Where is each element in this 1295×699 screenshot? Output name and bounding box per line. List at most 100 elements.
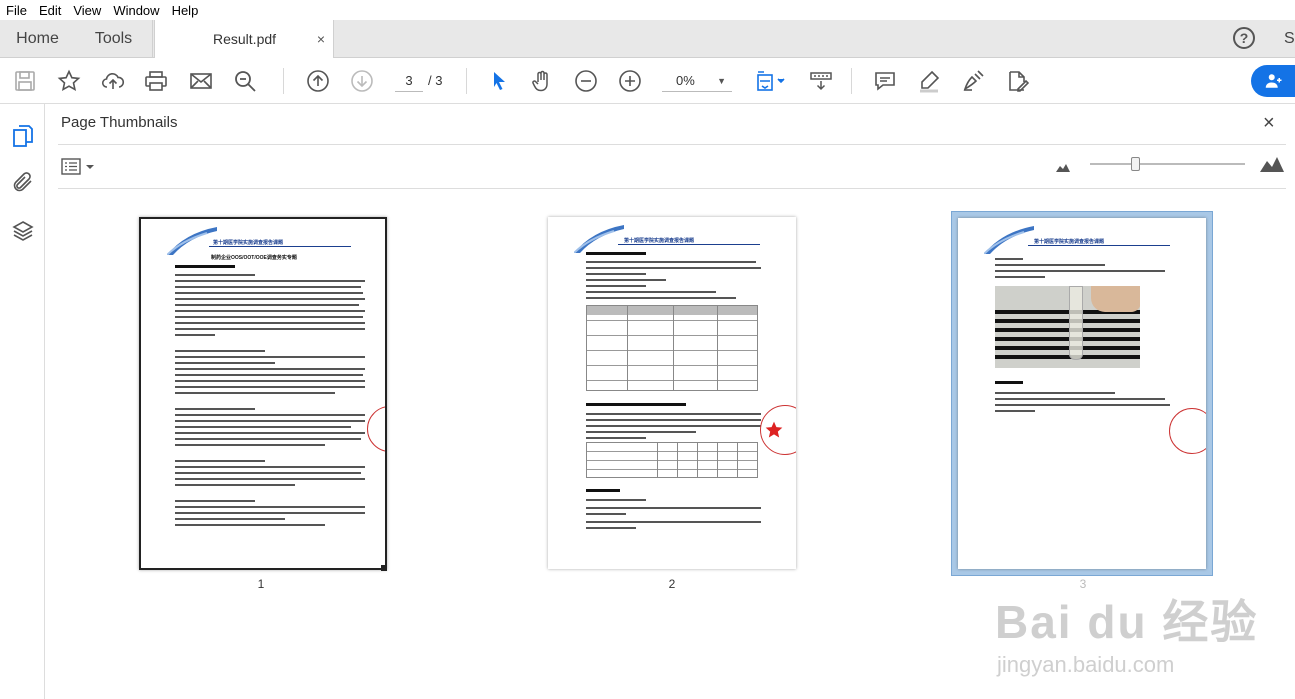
page-label-2: 2: [668, 577, 676, 591]
tab-tools[interactable]: Tools: [75, 20, 153, 58]
text-line: [995, 270, 1165, 272]
text-line: [175, 286, 361, 288]
text-line: [586, 279, 666, 281]
thumbnail-options-menu-icon[interactable]: [61, 158, 97, 176]
zoom-out-icon[interactable]: [573, 68, 599, 94]
watermark-brand: Bai du 经验: [995, 596, 1259, 648]
text-line: [586, 273, 646, 275]
text-line: [995, 264, 1105, 266]
scroll-mode-icon[interactable]: [808, 68, 834, 94]
tab-document-title: Result.pdf: [213, 31, 277, 47]
tab-document[interactable]: Result.pdf ×: [154, 20, 334, 59]
seal-stamp: [367, 406, 385, 452]
toolbar-divider: [283, 68, 284, 94]
menu-file[interactable]: File: [0, 3, 33, 18]
page-header: 第十期医学院实施调查报告课题: [624, 238, 695, 244]
zoom-level-dropdown[interactable]: 0% ▼: [662, 70, 732, 92]
menu-edit[interactable]: Edit: [33, 3, 67, 18]
text-line: [175, 392, 335, 394]
attachments-paperclip-icon[interactable]: [11, 170, 35, 194]
add-user-icon: [1265, 74, 1282, 88]
thumbnail-size-small-icon[interactable]: [1056, 163, 1070, 172]
menu-view[interactable]: View: [67, 3, 107, 18]
text-line: [175, 368, 365, 370]
next-page-icon[interactable]: [349, 68, 375, 94]
help-icon[interactable]: ?: [1233, 27, 1255, 49]
page-header: 第十期医学院实施调查报告课题: [213, 240, 284, 246]
email-icon[interactable]: [188, 68, 214, 94]
search-icon[interactable]: [232, 68, 258, 94]
tab-home[interactable]: Home: [0, 20, 75, 58]
close-panel-icon[interactable]: ×: [1263, 112, 1275, 135]
text-line: [586, 499, 646, 501]
text-line: [586, 527, 636, 529]
text-line: [175, 484, 295, 486]
text-line: [586, 267, 761, 269]
fit-page-icon[interactable]: [752, 68, 788, 94]
text-line: [175, 460, 265, 462]
print-icon[interactable]: [143, 68, 169, 94]
text-line: [175, 334, 215, 336]
header-logo-band: [574, 225, 624, 253]
hand-tool-icon[interactable]: [529, 68, 555, 94]
text-line: [586, 291, 716, 293]
page-header: 第十期医学院实施调查报告课题: [1034, 239, 1105, 245]
text-line: [175, 356, 365, 358]
text-line: [175, 292, 363, 294]
thumbnail-size-large-icon[interactable]: [1260, 156, 1284, 172]
text-line: [995, 410, 1035, 412]
page-thumbnail-1[interactable]: 第十期医学院实施调查报告课题 制药企业OOS/OOT/OOE调查务实专题: [139, 217, 387, 570]
text-line: [175, 426, 351, 428]
page-thumbnails-icon[interactable]: [11, 124, 35, 148]
text-line: [586, 261, 756, 263]
text-line: [175, 524, 325, 526]
text-line: [586, 437, 646, 439]
highlight-pen-icon[interactable]: [916, 68, 942, 94]
text-line: [175, 438, 361, 440]
text-line: [586, 507, 761, 509]
layers-icon[interactable]: [11, 219, 35, 243]
text-line: [586, 425, 761, 427]
table: [586, 442, 758, 478]
select-pointer-icon[interactable]: [486, 68, 512, 94]
page-title: 制药企业OOS/OOT/OOE调查务实专题: [211, 255, 297, 261]
page-number-input[interactable]: 3: [395, 70, 423, 92]
text-line: [175, 512, 365, 514]
bookmark-star-icon[interactable]: [56, 68, 82, 94]
text-line: [175, 420, 365, 422]
text-line: [995, 392, 1115, 394]
text-heading: [586, 252, 646, 255]
page-thumbnail-2[interactable]: 第十期医学院实施调查报告课题: [548, 217, 796, 569]
tab-bar: Home Tools Result.pdf × ? S: [0, 20, 1295, 59]
text-line: [175, 506, 365, 508]
menu-window[interactable]: Window: [107, 3, 165, 18]
text-line: [175, 304, 359, 306]
fill-sign-icon[interactable]: [1004, 68, 1030, 94]
save-icon[interactable]: [12, 68, 38, 94]
experiment-photo: [995, 286, 1140, 368]
share-button[interactable]: [1251, 65, 1295, 97]
zoom-in-icon[interactable]: [617, 68, 643, 94]
text-line: [175, 316, 363, 318]
comment-icon[interactable]: [872, 68, 898, 94]
page-label-1: 1: [257, 577, 265, 591]
tab-close-icon[interactable]: ×: [317, 20, 325, 58]
sign-in-link[interactable]: S: [1284, 30, 1295, 48]
upload-cloud-icon[interactable]: [100, 68, 126, 94]
header-rule: [209, 246, 351, 247]
draw-pen-icon[interactable]: [960, 68, 986, 94]
text-line: [995, 276, 1045, 278]
thumbnail-size-slider[interactable]: [1090, 163, 1245, 165]
left-navigation-rail: [0, 104, 45, 699]
text-line: [175, 386, 365, 388]
menu-help[interactable]: Help: [166, 3, 205, 18]
page-thumbnail-3[interactable]: 第十期医学院实施调查报告课题: [958, 218, 1206, 569]
text-line: [175, 310, 365, 312]
thumbnail-resize-handle[interactable]: [381, 565, 387, 571]
previous-page-icon[interactable]: [305, 68, 331, 94]
menu-bar: File Edit View Window Help: [0, 0, 1295, 20]
text-line: [175, 280, 365, 282]
thumbnail-size-slider-handle[interactable]: [1131, 157, 1140, 171]
text-line: [175, 408, 255, 410]
text-line: [586, 285, 646, 287]
